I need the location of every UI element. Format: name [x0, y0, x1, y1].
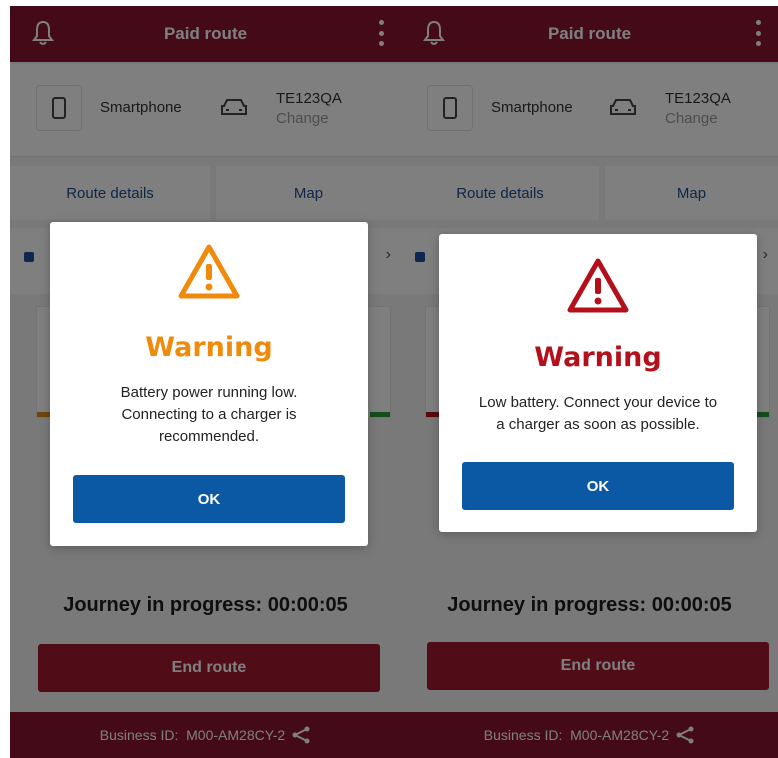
dialog-title: Warning: [145, 332, 273, 363]
ok-button[interactable]: OK: [73, 475, 345, 523]
dialog-message: Battery power running low. Connecting to…: [60, 382, 358, 448]
ok-button[interactable]: OK: [462, 462, 734, 510]
dialog-message-line: recommended.: [158, 428, 260, 445]
warning-dialog: Warning Low battery. Connect your device…: [439, 234, 757, 532]
app-screen-right: Paid route Smartphone TE123QA Change Rou…: [401, 6, 778, 758]
dialog-message-line: Connecting to a charger is: [121, 406, 297, 423]
dialog-message-line: Low battery. Connect your device to: [478, 394, 718, 411]
dialog-message-line: Battery power running low.: [120, 384, 298, 401]
dialog-title: Warning: [534, 342, 662, 373]
warning-triangle-icon: [178, 244, 240, 299]
app-screen-left: Paid route Smartphone TE123QA Change Rou…: [10, 6, 401, 758]
warning-dialog: Warning Battery power running low. Conne…: [50, 222, 368, 546]
dialog-message-line: a charger as soon as possible.: [496, 416, 700, 433]
warning-triangle-icon: [567, 258, 629, 313]
dialog-message: Low battery. Connect your device to a ch…: [447, 392, 749, 436]
